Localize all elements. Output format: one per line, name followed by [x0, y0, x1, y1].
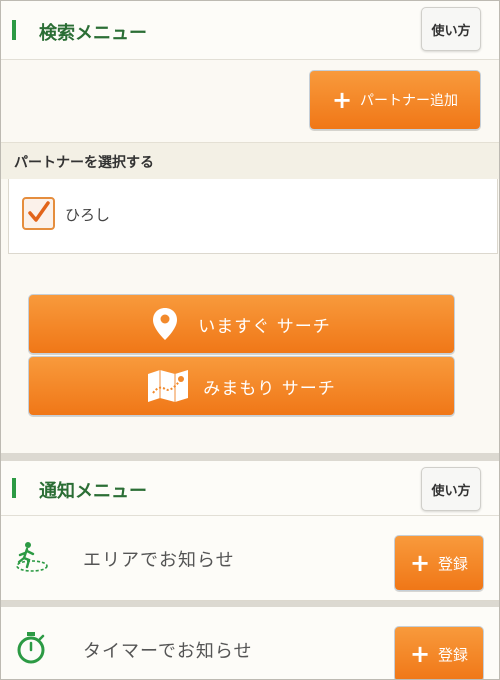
- area-notify-label: エリアでお知らせ: [83, 550, 235, 571]
- notify-menu-title: 通知メニュー: [39, 481, 147, 502]
- watch-search-label: みまもり サーチ: [203, 378, 336, 399]
- area-register-button[interactable]: + 登録: [394, 535, 484, 591]
- search-now-button[interactable]: いますぐ サーチ: [28, 294, 455, 354]
- notify-help-button[interactable]: 使い方: [421, 467, 481, 511]
- timer-register-button[interactable]: + 登録: [394, 626, 484, 679]
- add-partner-button[interactable]: + パートナー追加: [309, 70, 481, 130]
- watch-search-button[interactable]: みまもり サーチ: [28, 356, 455, 416]
- register-label: 登録: [438, 554, 469, 573]
- partner-name: ひろし: [65, 206, 111, 224]
- add-partner-label: パートナー追加: [360, 93, 459, 109]
- plus-icon: +: [409, 640, 431, 668]
- timer-notify-label: タイマーでお知らせ: [83, 641, 253, 662]
- notify-menu-header: 通知メニュー 使い方: [1, 461, 499, 516]
- partner-checkbox[interactable]: [22, 197, 55, 230]
- section-divider: [1, 453, 499, 461]
- register-label: 登録: [438, 645, 469, 664]
- plus-icon: +: [331, 86, 353, 114]
- header-accent-bar: [12, 478, 16, 498]
- search-now-label: いますぐ サーチ: [198, 316, 331, 337]
- select-partner-label: パートナーを選択する: [14, 155, 154, 171]
- checkmark-icon: [28, 201, 50, 222]
- search-menu-title: 検索メニュー: [39, 23, 147, 44]
- plus-icon: +: [409, 549, 431, 577]
- partner-list-item[interactable]: ひろし: [8, 179, 498, 254]
- search-help-button[interactable]: 使い方: [421, 7, 481, 51]
- search-menu-header: 検索メニュー 使い方: [1, 1, 499, 60]
- header-accent-bar: [12, 20, 16, 40]
- select-partner-row: パートナーを選択する: [1, 142, 499, 179]
- area-notify-row: エリアでお知らせ + 登録: [1, 516, 499, 601]
- map-pin-icon: [153, 308, 178, 340]
- map-route-icon: [148, 370, 189, 402]
- area-run-icon: [16, 542, 48, 572]
- stopwatch-icon: [17, 632, 45, 664]
- timer-notify-row: タイマーでお知らせ + 登録: [1, 607, 499, 679]
- app-screen: 検索メニュー 使い方 + パートナー追加 パートナーを選択する ひろし いますぐ…: [0, 0, 500, 680]
